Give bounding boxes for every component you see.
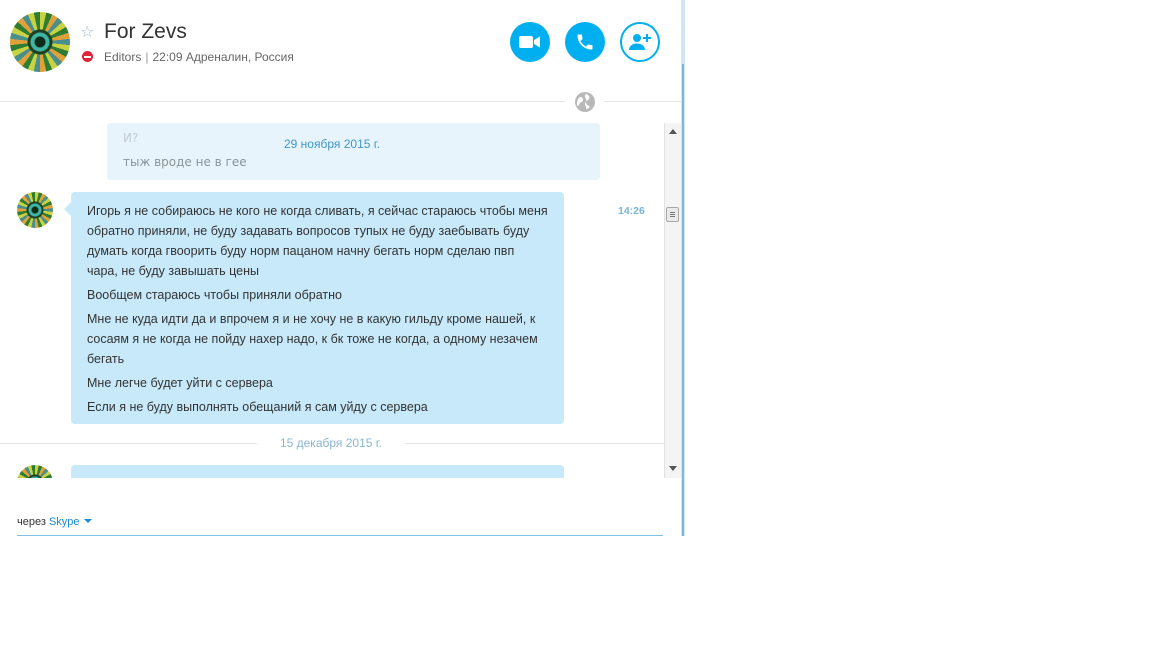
grip-line (670, 214, 675, 215)
date-divider-line (0, 443, 257, 444)
scroll-down-arrow[interactable] (669, 466, 677, 471)
message-paragraph: Вообщем стараюсь чтобы приняли обратно (87, 288, 342, 302)
date-divider-line (405, 443, 664, 444)
audio-call-button[interactable] (565, 22, 605, 62)
local-time: 22:09 (152, 50, 183, 64)
window-edge (681, 0, 685, 536)
sticky-date-header: 29 ноября 2015 г. (232, 133, 432, 155)
message-paragraph: Мне легче будет уйти с сервера (87, 376, 273, 390)
window-edge-highlight (682, 64, 684, 536)
grip-line (670, 212, 675, 213)
send-via-selector[interactable]: через Skype (17, 516, 92, 528)
via-label: через (17, 516, 46, 528)
star-icon[interactable]: ☆ (80, 22, 94, 41)
message-paragraph: Игорь я не собираюсь не кого не когда сл… (87, 204, 548, 278)
video-call-icon (519, 36, 540, 48)
status-text: Editors (104, 50, 142, 64)
add-people-icon (629, 34, 651, 50)
sender-avatar[interactable] (17, 465, 53, 478)
message-paragraph: Мне не куда идти да и впрочем я и не хоч… (87, 312, 538, 366)
header-divider (0, 101, 565, 102)
sender-avatar[interactable] (17, 192, 53, 228)
header-divider (604, 101, 681, 102)
phone-icon (577, 34, 593, 50)
date-divider: 15 декабря 2015 г. (279, 436, 383, 450)
message-bubble[interactable]: Игорь я не собираюсь не кого не когда сл… (64, 192, 564, 424)
separator: | (145, 50, 149, 64)
conversation-header: ☆ For Zevs Editors | 22:09 Адреналин, Росс… (0, 0, 681, 100)
chat-scrollbar[interactable] (664, 123, 681, 478)
previous-message-line: тыж вроде не в гее (123, 155, 247, 169)
previous-message-line: И? (123, 131, 139, 145)
via-service[interactable]: Skype (49, 516, 80, 528)
globe-icon[interactable] (574, 91, 596, 113)
scroll-up-arrow[interactable] (669, 129, 677, 134)
contact-avatar[interactable] (10, 12, 70, 72)
message-paragraph: Если я не буду выполнять обещаний я сам … (87, 400, 428, 414)
contact-subline: Editors | 22:09 Адреналин, Россия (104, 50, 294, 64)
chat-window: ☆ For Zevs Editors | 22:09 Адреналин, Росс… (0, 0, 681, 536)
message-list[interactable]: И? тыж вроде не в гее 29 ноября 2015 г. … (0, 123, 664, 478)
grip-line (670, 216, 675, 217)
message-input-underline[interactable] (17, 535, 663, 536)
scroll-thumb[interactable] (666, 207, 679, 222)
location: Адреналин, Россия (185, 50, 294, 64)
chevron-down-icon[interactable] (83, 519, 92, 523)
add-people-button[interactable] (620, 22, 660, 62)
message-bubble[interactable] (71, 465, 564, 478)
video-call-button[interactable] (510, 22, 550, 62)
contact-name[interactable]: For Zevs (104, 20, 187, 44)
do-not-disturb-icon (82, 51, 93, 62)
message-timestamp: 14:26 (618, 205, 645, 217)
